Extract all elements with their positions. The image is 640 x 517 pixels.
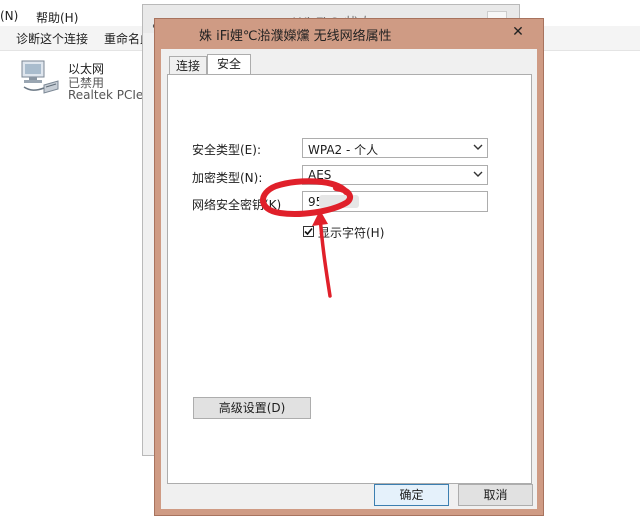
network-key-input[interactable]: 95	[302, 191, 488, 212]
ok-button[interactable]: 确定	[374, 484, 449, 506]
chevron-down-icon	[473, 171, 483, 177]
encryption-type-label: 加密类型(N):	[192, 171, 263, 185]
security-type-label: 安全类型(E):	[192, 143, 261, 157]
network-key-label: 网络安全密钥(K)	[192, 198, 282, 212]
encryption-type-select[interactable]: AES	[302, 165, 488, 185]
tab-security[interactable]: 安全	[207, 54, 251, 75]
dialog-close-button[interactable]: ✕	[507, 23, 529, 41]
cancel-button[interactable]: 取消	[458, 484, 533, 506]
menu-item-network[interactable]: (N)	[0, 9, 18, 23]
checkmark-icon	[304, 227, 313, 236]
encryption-type-value: AES	[308, 168, 332, 182]
diagnose-button[interactable]: 诊断这个连接	[16, 30, 88, 47]
dialog-title: 姝 iFi娌℃湁濮嬫爣 无线网络属性	[199, 29, 392, 44]
chevron-down-icon	[473, 144, 483, 150]
security-panel: 安全类型(E): WPA2 - 个人 加密类型(N): AES 网络安全密钥(K…	[167, 74, 532, 484]
redacted-key-blur	[319, 195, 359, 208]
wireless-properties-dialog: 姝 iFi娌℃湁濮嬫爣 无线网络属性 ✕ 连接 安全 安全类型(E): WPA2…	[154, 18, 544, 516]
security-type-value: WPA2 - 个人	[308, 143, 379, 157]
tab-connection[interactable]: 连接	[169, 56, 207, 75]
menu-item-help[interactable]: 帮助(H)	[36, 9, 78, 26]
security-type-select[interactable]: WPA2 - 个人	[302, 138, 488, 158]
show-characters-label[interactable]: 显示字符(H)	[318, 224, 384, 241]
show-characters-checkbox[interactable]	[303, 226, 314, 237]
advanced-settings-button[interactable]: 高级设置(D)	[193, 397, 311, 419]
dialog-body: 连接 安全 安全类型(E): WPA2 - 个人 加密类型(N): AES 网络…	[161, 49, 537, 509]
network-adapter-icon[interactable]	[18, 57, 64, 97]
